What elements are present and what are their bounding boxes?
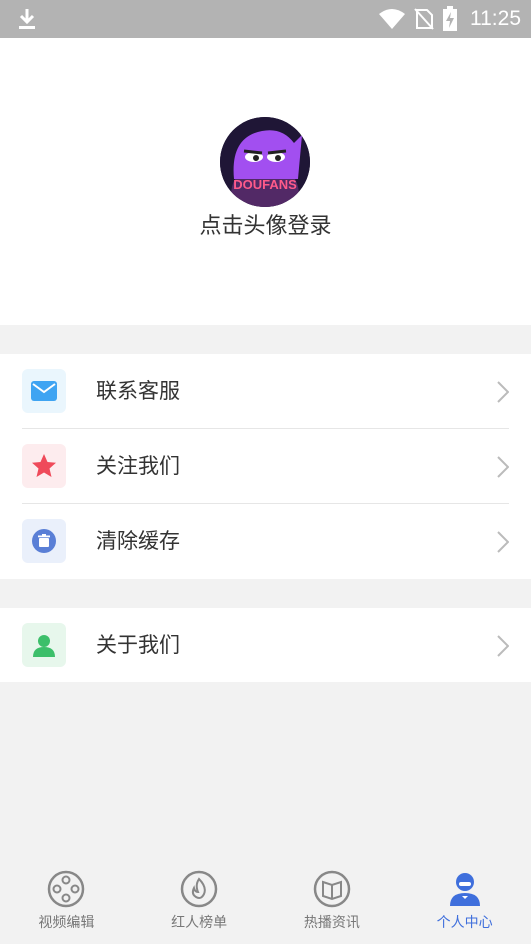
menu-item-label: 关注我们 bbox=[96, 454, 180, 478]
mail-icon bbox=[22, 369, 66, 413]
status-time: 11:25 bbox=[470, 7, 521, 30]
nav-tab-personal-center[interactable]: 个人中心 bbox=[398, 868, 531, 944]
bottom-nav: 视频编辑 红人榜单 热播资讯 个人中心 bbox=[0, 868, 531, 944]
chevron-right-icon bbox=[497, 381, 509, 403]
chevron-right-icon bbox=[497, 531, 509, 553]
menu-item-contact-service[interactable]: 联系客服 bbox=[0, 354, 531, 429]
nav-label: 个人中心 bbox=[436, 915, 493, 931]
menu-item-follow-us[interactable]: 关注我们 bbox=[0, 429, 531, 504]
nav-label: 红人榜单 bbox=[171, 915, 228, 931]
menu-item-about-us[interactable]: 关于我们 bbox=[0, 608, 531, 683]
book-icon bbox=[313, 870, 351, 908]
menu-group-2: 关于我们 bbox=[0, 608, 531, 682]
chevron-right-icon bbox=[497, 456, 509, 478]
download-icon bbox=[19, 9, 35, 29]
nav-tab-hot-news[interactable]: 热播资讯 bbox=[266, 868, 399, 944]
svg-text:DOUFANS: DOUFANS bbox=[233, 177, 297, 192]
menu-item-label: 联系客服 bbox=[96, 379, 180, 403]
menu-group-1: 联系客服 关注我们 清除缓存 bbox=[0, 354, 531, 579]
status-bar: 11:25 bbox=[0, 0, 531, 38]
person-icon bbox=[449, 873, 480, 906]
no-sim-icon bbox=[414, 8, 434, 30]
login-prompt[interactable]: 点击头像登录 bbox=[0, 208, 531, 240]
menu-item-label: 关于我们 bbox=[96, 633, 180, 657]
nav-label: 视频编辑 bbox=[38, 915, 95, 931]
chevron-right-icon bbox=[497, 635, 509, 657]
star-icon bbox=[22, 444, 66, 488]
film-reel-icon bbox=[48, 870, 85, 908]
avatar[interactable]: DOUFANS bbox=[220, 117, 310, 207]
nav-label: 热播资讯 bbox=[303, 915, 360, 931]
profile-header: DOUFANS 点击头像登录 bbox=[0, 38, 531, 325]
wifi-icon bbox=[379, 9, 405, 29]
battery-charging-icon bbox=[443, 6, 457, 31]
user-icon bbox=[22, 623, 66, 667]
nav-tab-influencer-ranking[interactable]: 红人榜单 bbox=[133, 868, 266, 944]
flame-icon bbox=[180, 870, 218, 908]
menu-item-label: 清除缓存 bbox=[96, 529, 180, 553]
menu-item-clear-cache[interactable]: 清除缓存 bbox=[0, 504, 531, 579]
trash-icon bbox=[22, 519, 66, 563]
nav-tab-video-edit[interactable]: 视频编辑 bbox=[0, 868, 133, 944]
avatar-image: DOUFANS bbox=[220, 117, 310, 207]
